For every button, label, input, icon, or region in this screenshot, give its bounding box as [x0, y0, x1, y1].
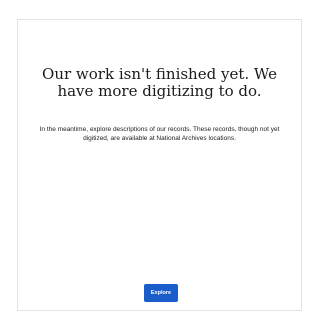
notice-description: In the meantime, explore descriptions of… [39, 126, 280, 142]
notice-card: Our work isn't finished yet. We have mor… [17, 19, 302, 311]
explore-button[interactable]: Explore [144, 284, 178, 302]
notice-heading: Our work isn't finished yet. We have mor… [42, 65, 277, 100]
